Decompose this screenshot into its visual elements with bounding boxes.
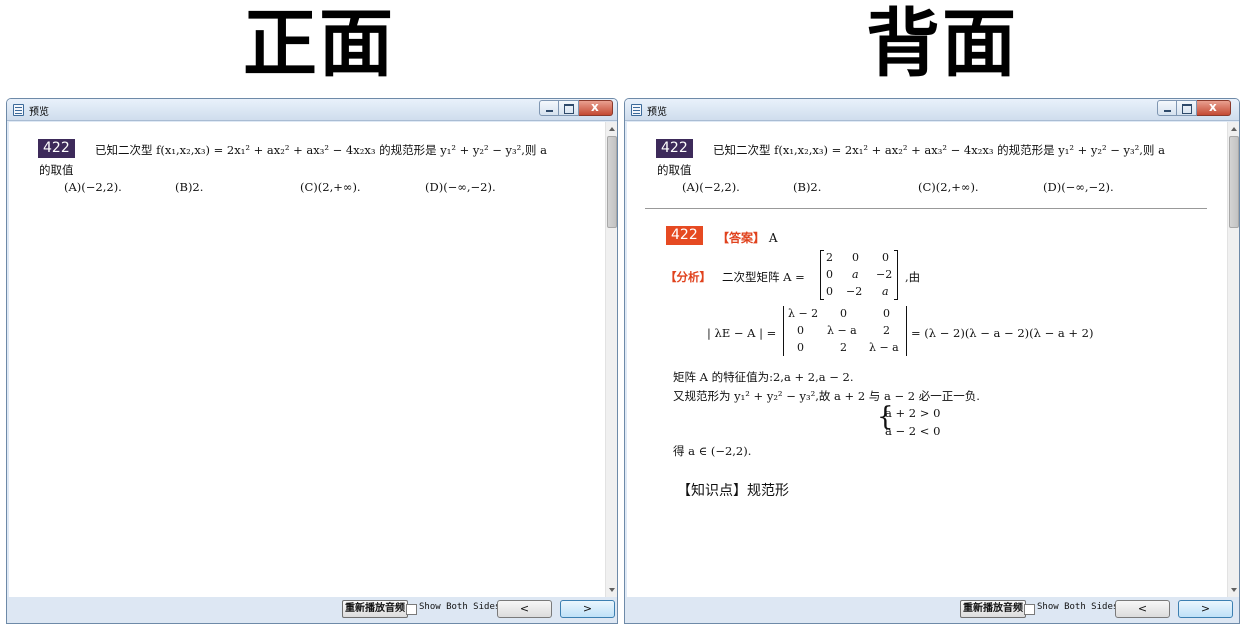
matrix-cell: λ − a — [869, 341, 899, 354]
matrix-cell: a — [882, 285, 889, 298]
option-d: (D)(−∞,−2). — [425, 180, 496, 194]
scroll-down-arrow-icon[interactable] — [609, 588, 615, 592]
show-both-sides-checkbox[interactable] — [406, 604, 417, 615]
previous-button[interactable]: < — [497, 600, 552, 618]
option-d: (D)(−∞,−2). — [1043, 180, 1114, 194]
matrix-cell: 0 — [883, 307, 890, 320]
answer-number-badge: 422 — [666, 226, 703, 245]
question-line-1: 已知二次型 f(x₁,x₂,x₃) = 2x₁² + ax₂² + ax₃² −… — [95, 143, 547, 157]
characteristic-matrix: λ − 2 0 0 0 λ − a 2 0 2 λ − a — [783, 306, 909, 358]
app-icon — [631, 104, 642, 116]
vertical-scrollbar[interactable] — [1227, 122, 1239, 597]
back-side-title: 背面 — [866, 1, 1018, 87]
scroll-up-arrow-icon[interactable] — [609, 127, 615, 131]
question-number-badge: 422 — [656, 139, 693, 158]
card-content: 422 已知二次型 f(x₁,x₂,x₃) = 2x₁² + ax₂² + ax… — [9, 122, 605, 597]
matrix-cell: λ − a — [827, 324, 857, 337]
question-line-2: 的取值 — [39, 163, 74, 177]
front-back-divider — [645, 208, 1207, 209]
matrix-cell: λ − 2 — [788, 307, 819, 320]
matrix-cell: 0 — [797, 324, 804, 337]
matrix-cell: 2 — [883, 324, 890, 337]
next-button[interactable]: > — [560, 600, 615, 618]
option-c: (C)(2,+∞). — [300, 180, 361, 194]
matrix-cell: 0 — [840, 307, 847, 320]
close-button[interactable] — [1197, 100, 1231, 116]
option-b: (B)2. — [793, 180, 822, 194]
scroll-up-arrow-icon[interactable] — [1231, 127, 1237, 131]
window-title: 预览 — [29, 107, 49, 118]
option-c: (C)(2,+∞). — [918, 180, 979, 194]
title-bar[interactable]: 预览 — [7, 99, 617, 121]
question-number-badge: 422 — [38, 139, 75, 158]
front-side-title: 正面 — [243, 1, 395, 87]
option-a: (A)(−2,2). — [682, 180, 740, 194]
scroll-down-arrow-icon[interactable] — [1231, 588, 1237, 592]
maximize-button[interactable] — [559, 100, 579, 116]
preview-window-back: 预览 422 已知二次型 f(x₁,x₂,x₃) = 2x₁² + ax₂² +… — [624, 98, 1240, 624]
answer-value: A — [768, 231, 778, 245]
determinant-result: = (λ − 2)(λ − a − 2)(λ − a + 2) — [911, 326, 1094, 340]
result-line: 得 a ∈ (−2,2). — [673, 444, 752, 458]
matrix-cell: 0 — [852, 251, 859, 264]
vertical-scrollbar[interactable] — [605, 122, 617, 597]
option-a: (A)(−2,2). — [64, 180, 122, 194]
matrix-cell: −2 — [846, 285, 863, 298]
normal-form-line: 又规范形为 y₁² + y₂² − y₃²,故 a + 2 与 a − 2 必一… — [673, 389, 980, 403]
minimize-button[interactable] — [1157, 100, 1177, 116]
matrix-intro: 二次型矩阵 A = — [722, 270, 805, 284]
next-button[interactable]: > — [1178, 600, 1233, 618]
matrix-cell: 0 — [797, 341, 804, 354]
card-content: 422 已知二次型 f(x₁,x₂,x₃) = 2x₁² + ax₂² + ax… — [627, 122, 1227, 597]
condition-1: a + 2 > 0 — [885, 406, 941, 420]
show-both-sides-label[interactable]: Show Both Sides — [1037, 602, 1118, 612]
matrix-cell: 0 — [826, 285, 833, 298]
preview-window-front: 预览 422 已知二次型 f(x₁,x₂,x₃) = 2x₁² + ax₂² +… — [6, 98, 618, 624]
scroll-thumb[interactable] — [607, 136, 617, 228]
minimize-button[interactable] — [539, 100, 559, 116]
matrix-cell: 2 — [826, 251, 833, 264]
matrix-cell: 0 — [882, 251, 889, 264]
replay-audio-button[interactable]: 重新播放音频 — [960, 600, 1026, 618]
previous-button[interactable]: < — [1115, 600, 1170, 618]
matrix-cell: a — [852, 268, 859, 281]
quadratic-matrix: 2 0 0 0 a −2 0 −2 a — [820, 250, 902, 302]
option-b: (B)2. — [175, 180, 204, 194]
matrix-suffix: ,由 — [905, 270, 921, 284]
replay-audio-button[interactable]: 重新播放音频 — [342, 600, 408, 618]
show-both-sides-label[interactable]: Show Both Sides — [419, 602, 500, 612]
question-line-2: 的取值 — [657, 163, 692, 177]
maximize-button[interactable] — [1177, 100, 1197, 116]
window-title: 预览 — [647, 107, 667, 118]
title-bar[interactable]: 预览 — [625, 99, 1239, 121]
matrix-cell: 2 — [840, 341, 847, 354]
matrix-cell: −2 — [876, 268, 893, 281]
answer-label: 【答案】 — [717, 231, 766, 245]
condition-2: a − 2 < 0 — [885, 424, 941, 438]
eigenvalue-line: 矩阵 A 的特征值为:2,a + 2,a − 2. — [673, 370, 854, 384]
app-icon — [13, 104, 24, 116]
matrix-cell: 0 — [826, 268, 833, 281]
analysis-label: 【分析】 — [665, 270, 711, 284]
bottom-toolbar: 重新播放音频 Show Both Sides < > — [7, 597, 617, 623]
close-button[interactable] — [579, 100, 613, 116]
determinant-prefix: | λE − A | = — [707, 326, 777, 340]
show-both-sides-checkbox[interactable] — [1024, 604, 1035, 615]
scroll-thumb[interactable] — [1229, 136, 1239, 228]
bottom-toolbar: 重新播放音频 Show Both Sides < > — [625, 597, 1239, 623]
question-line-1: 已知二次型 f(x₁,x₂,x₃) = 2x₁² + ax₂² + ax₃² −… — [713, 143, 1165, 157]
knowledge-point: 【知识点】规范形 — [677, 483, 789, 499]
